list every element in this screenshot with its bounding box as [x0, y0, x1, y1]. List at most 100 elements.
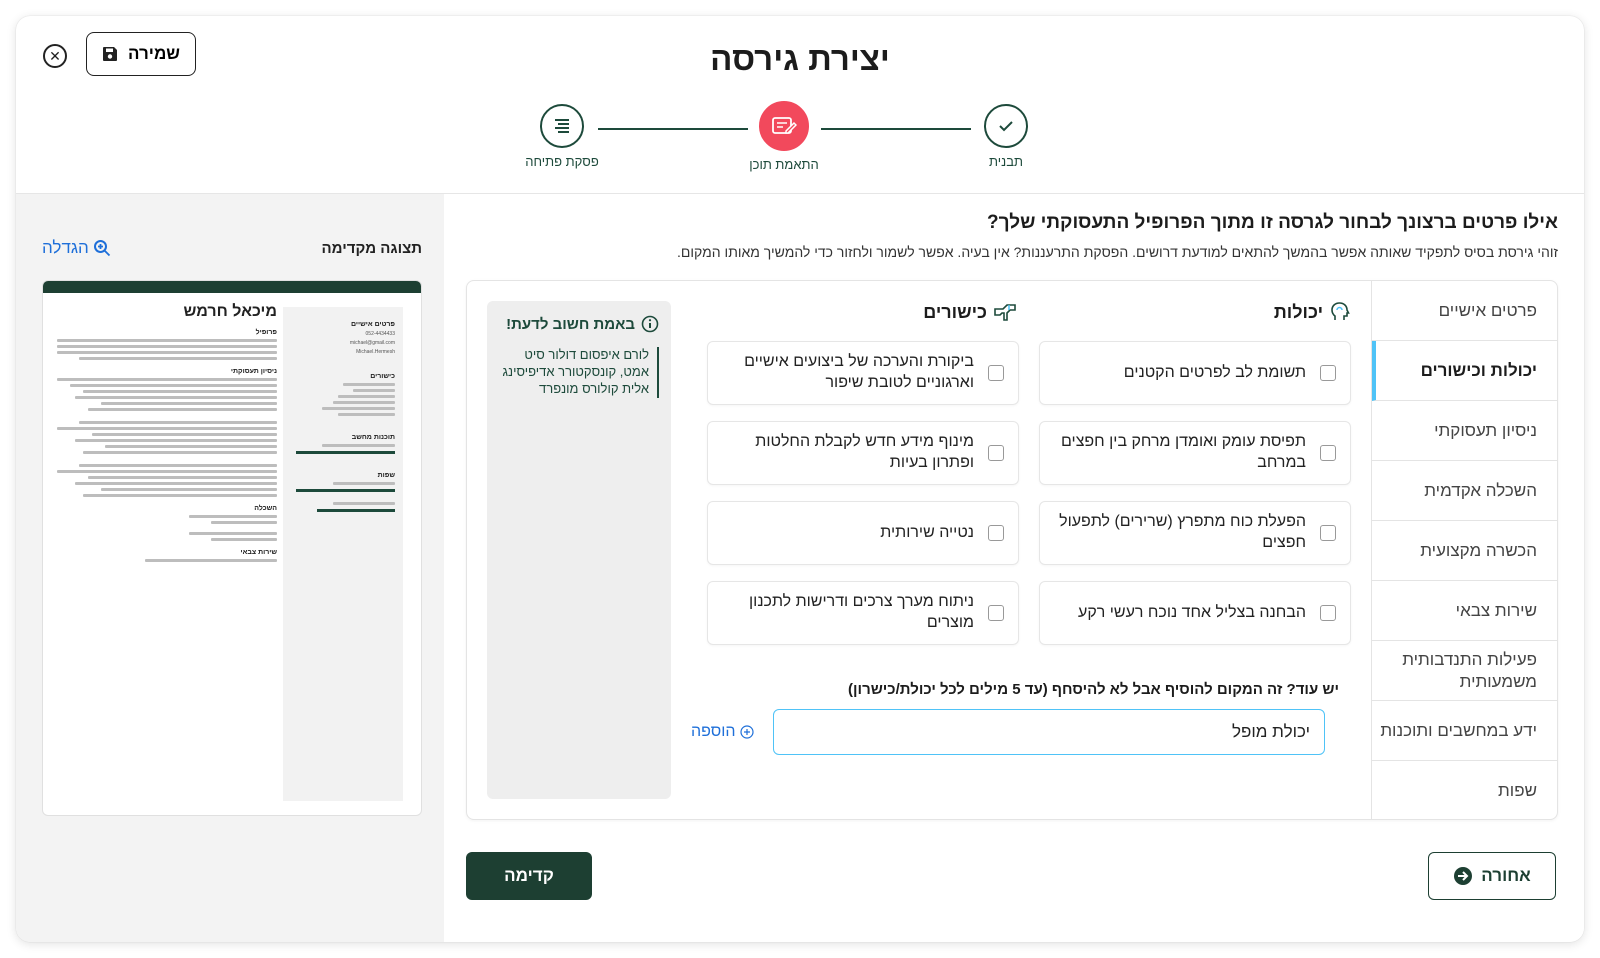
nav-item-military[interactable]: שירות צבאי: [1372, 581, 1557, 641]
resume-line: [343, 383, 395, 386]
add-more-label: יש עוד? זה המקום להוסיף אבל לא להיסחף (ע…: [848, 681, 1339, 698]
preview-title: תצוגה מקדימה: [321, 240, 422, 257]
resume-line: [322, 407, 395, 410]
tip-heading: באמת חשוב לדעת!: [499, 315, 659, 333]
resume-line: [101, 488, 277, 491]
add-button[interactable]: הוספה: [691, 723, 754, 741]
resume-line: [79, 357, 277, 360]
option-label: הבחנה בצליל אחד נוכח רעשי רקע: [1078, 603, 1306, 621]
resume-line: [211, 521, 277, 524]
resume-line: [57, 345, 277, 348]
dialog-frame: ✕ שמירה יצירת גירסה פסקת פתיחה התאמת תוכ…: [16, 16, 1584, 942]
content-area: אילו פרטים ברצונך לבחור לגרסה זו מתוך הפ…: [444, 194, 1584, 942]
resume-line: [83, 494, 277, 497]
abilities-heading: יכולות: [1274, 301, 1351, 323]
arrow-right-circle-icon: [1454, 867, 1473, 885]
resume-line: [105, 445, 277, 448]
selection-card: פרטים אישיים יכולות וכישורים ניסיון תעסו…: [466, 280, 1558, 820]
resume-line: [337, 395, 395, 398]
abilities-heading-label: יכולות: [1273, 301, 1323, 322]
resume-line: [145, 559, 277, 562]
back-button[interactable]: אחורה: [1428, 852, 1556, 900]
step-template[interactable]: תבנית: [956, 104, 1056, 169]
stepper: פסקת פתיחה התאמת תוכן תבנית: [516, 101, 1056, 184]
resume-line: [79, 421, 277, 424]
next-button[interactable]: קדימה: [466, 852, 592, 900]
checkbox[interactable]: [1320, 605, 1336, 621]
resume-main: מיכאל חרמש פרופיל ניסיון תעסוקתי השכלה ש…: [57, 303, 277, 562]
resume-side-heading: שפות: [377, 472, 395, 479]
edit-document-icon: [759, 101, 809, 151]
nav-item-volunteer[interactable]: פעילות התנדבותית משמעותית: [1372, 641, 1557, 701]
back-button-label: אחורה: [1481, 866, 1531, 885]
resume-side-heading: פרטים אישיים: [350, 321, 395, 328]
resume-line: [70, 384, 277, 387]
option-label: תשומת לב לפרטים הקטנים: [1123, 363, 1306, 381]
resume-heading: שירות צבאי: [240, 549, 278, 556]
add-button-label: הוספה: [691, 723, 736, 740]
resume-line: [57, 470, 277, 473]
nav-item-abilities-skills[interactable]: יכולות וכישורים: [1372, 341, 1557, 401]
step-opening-paragraph[interactable]: פסקת פתיחה: [512, 104, 612, 169]
resume-name: מיכאל חרמש: [183, 303, 277, 320]
skill-option[interactable]: ביקורת והערכה של ביצועים אישיים וארגוניי…: [707, 341, 1019, 405]
resume-line: [337, 413, 395, 416]
resume-line: [57, 339, 277, 342]
resume-line: [353, 389, 395, 392]
nav-item-experience[interactable]: ניסיון תעסוקתי: [1372, 401, 1557, 461]
resume-line: [74, 482, 277, 485]
checkbox[interactable]: [988, 365, 1004, 381]
nav-item-computers[interactable]: ידע במחשבים ותוכנות: [1372, 701, 1557, 761]
checkbox[interactable]: [1320, 525, 1336, 541]
skill-option[interactable]: ניתוח מערך צרכים ודרישות לתכנון מוצרים: [707, 581, 1019, 645]
list-lines-icon: [540, 104, 584, 148]
resume-line: [57, 378, 277, 381]
step-label: תבנית: [989, 154, 1023, 169]
ability-option[interactable]: הפעלת כוח מתפרץ (שרירים) לתפעול חפצים: [1039, 501, 1351, 565]
option-label: הפעלת כוח מתפרץ (שרירים) לתפעול חפצים: [1059, 513, 1306, 551]
step-content-match[interactable]: התאמת תוכן: [734, 101, 834, 172]
nav-item-training[interactable]: הכשרה מקצועית: [1372, 521, 1557, 581]
page-title: יצירת גירסה: [710, 40, 890, 77]
resume-skill-bar: [317, 509, 395, 512]
nav-item-personal[interactable]: פרטים אישיים: [1372, 281, 1557, 341]
zoom-label: הגדלה: [42, 238, 89, 257]
skills-heading: כישורים: [923, 301, 1019, 323]
header: ✕ שמירה יצירת גירסה פסקת פתיחה התאמת תוכ…: [16, 16, 1584, 194]
ability-option[interactable]: תפיסת עומק ואומדן מרחק בין חפצים במרחב: [1039, 421, 1351, 485]
check-icon: [984, 104, 1028, 148]
head-brain-icon: [1331, 302, 1350, 320]
info-icon: [641, 315, 659, 333]
resume-side-heading: כישורים: [370, 373, 395, 380]
resume-preview[interactable]: פרטים אישיים 052-4434433 michael@gmail.c…: [42, 280, 422, 816]
ability-option[interactable]: תשומת לב לפרטים הקטנים: [1039, 341, 1351, 405]
resume-line: [87, 408, 277, 411]
checkbox[interactable]: [988, 605, 1004, 621]
nav-item-academic[interactable]: השכלה אקדמית: [1372, 461, 1557, 521]
checkbox[interactable]: [1320, 365, 1336, 381]
resume-skill-bar: [296, 489, 395, 492]
add-ability-input[interactable]: [773, 709, 1325, 755]
checkbox[interactable]: [1320, 445, 1336, 461]
question-heading: אילו פרטים ברצונך לבחור לגרסה זו מתוך הפ…: [987, 212, 1558, 233]
resume-line: [332, 482, 395, 485]
resume-line: [87, 476, 277, 479]
step-label: התאמת תוכן: [749, 157, 819, 172]
nav-item-languages[interactable]: שפות: [1372, 761, 1557, 821]
zoom-link[interactable]: הגדלה: [42, 238, 111, 258]
checkbox[interactable]: [988, 525, 1004, 541]
resume-line: [79, 464, 277, 467]
resume-line: [74, 439, 277, 442]
skill-option[interactable]: נטייה שירותית: [707, 501, 1019, 565]
resume-line: [57, 427, 277, 430]
option-label: מינוף מידע חדש לקבלת החלטות ופתרון בעיות: [755, 433, 974, 471]
resume-sidebar: פרטים אישיים 052-4434433 michael@gmail.c…: [283, 307, 403, 801]
option-label: תפיסת עומק ואומדן מרחק בין חפצים במרחב: [1061, 433, 1306, 471]
resume-line: [101, 402, 277, 405]
tip-heading-label: באמת חשוב לדעת!: [506, 315, 635, 333]
skill-option[interactable]: מינוף מידע חדש לקבלת החלטות ופתרון בעיות: [707, 421, 1019, 485]
resume-top-bar: [43, 281, 421, 293]
checkbox[interactable]: [988, 445, 1004, 461]
ability-option[interactable]: הבחנה בצליל אחד נוכח רעשי רקע: [1039, 581, 1351, 645]
resume-line: [332, 502, 395, 505]
